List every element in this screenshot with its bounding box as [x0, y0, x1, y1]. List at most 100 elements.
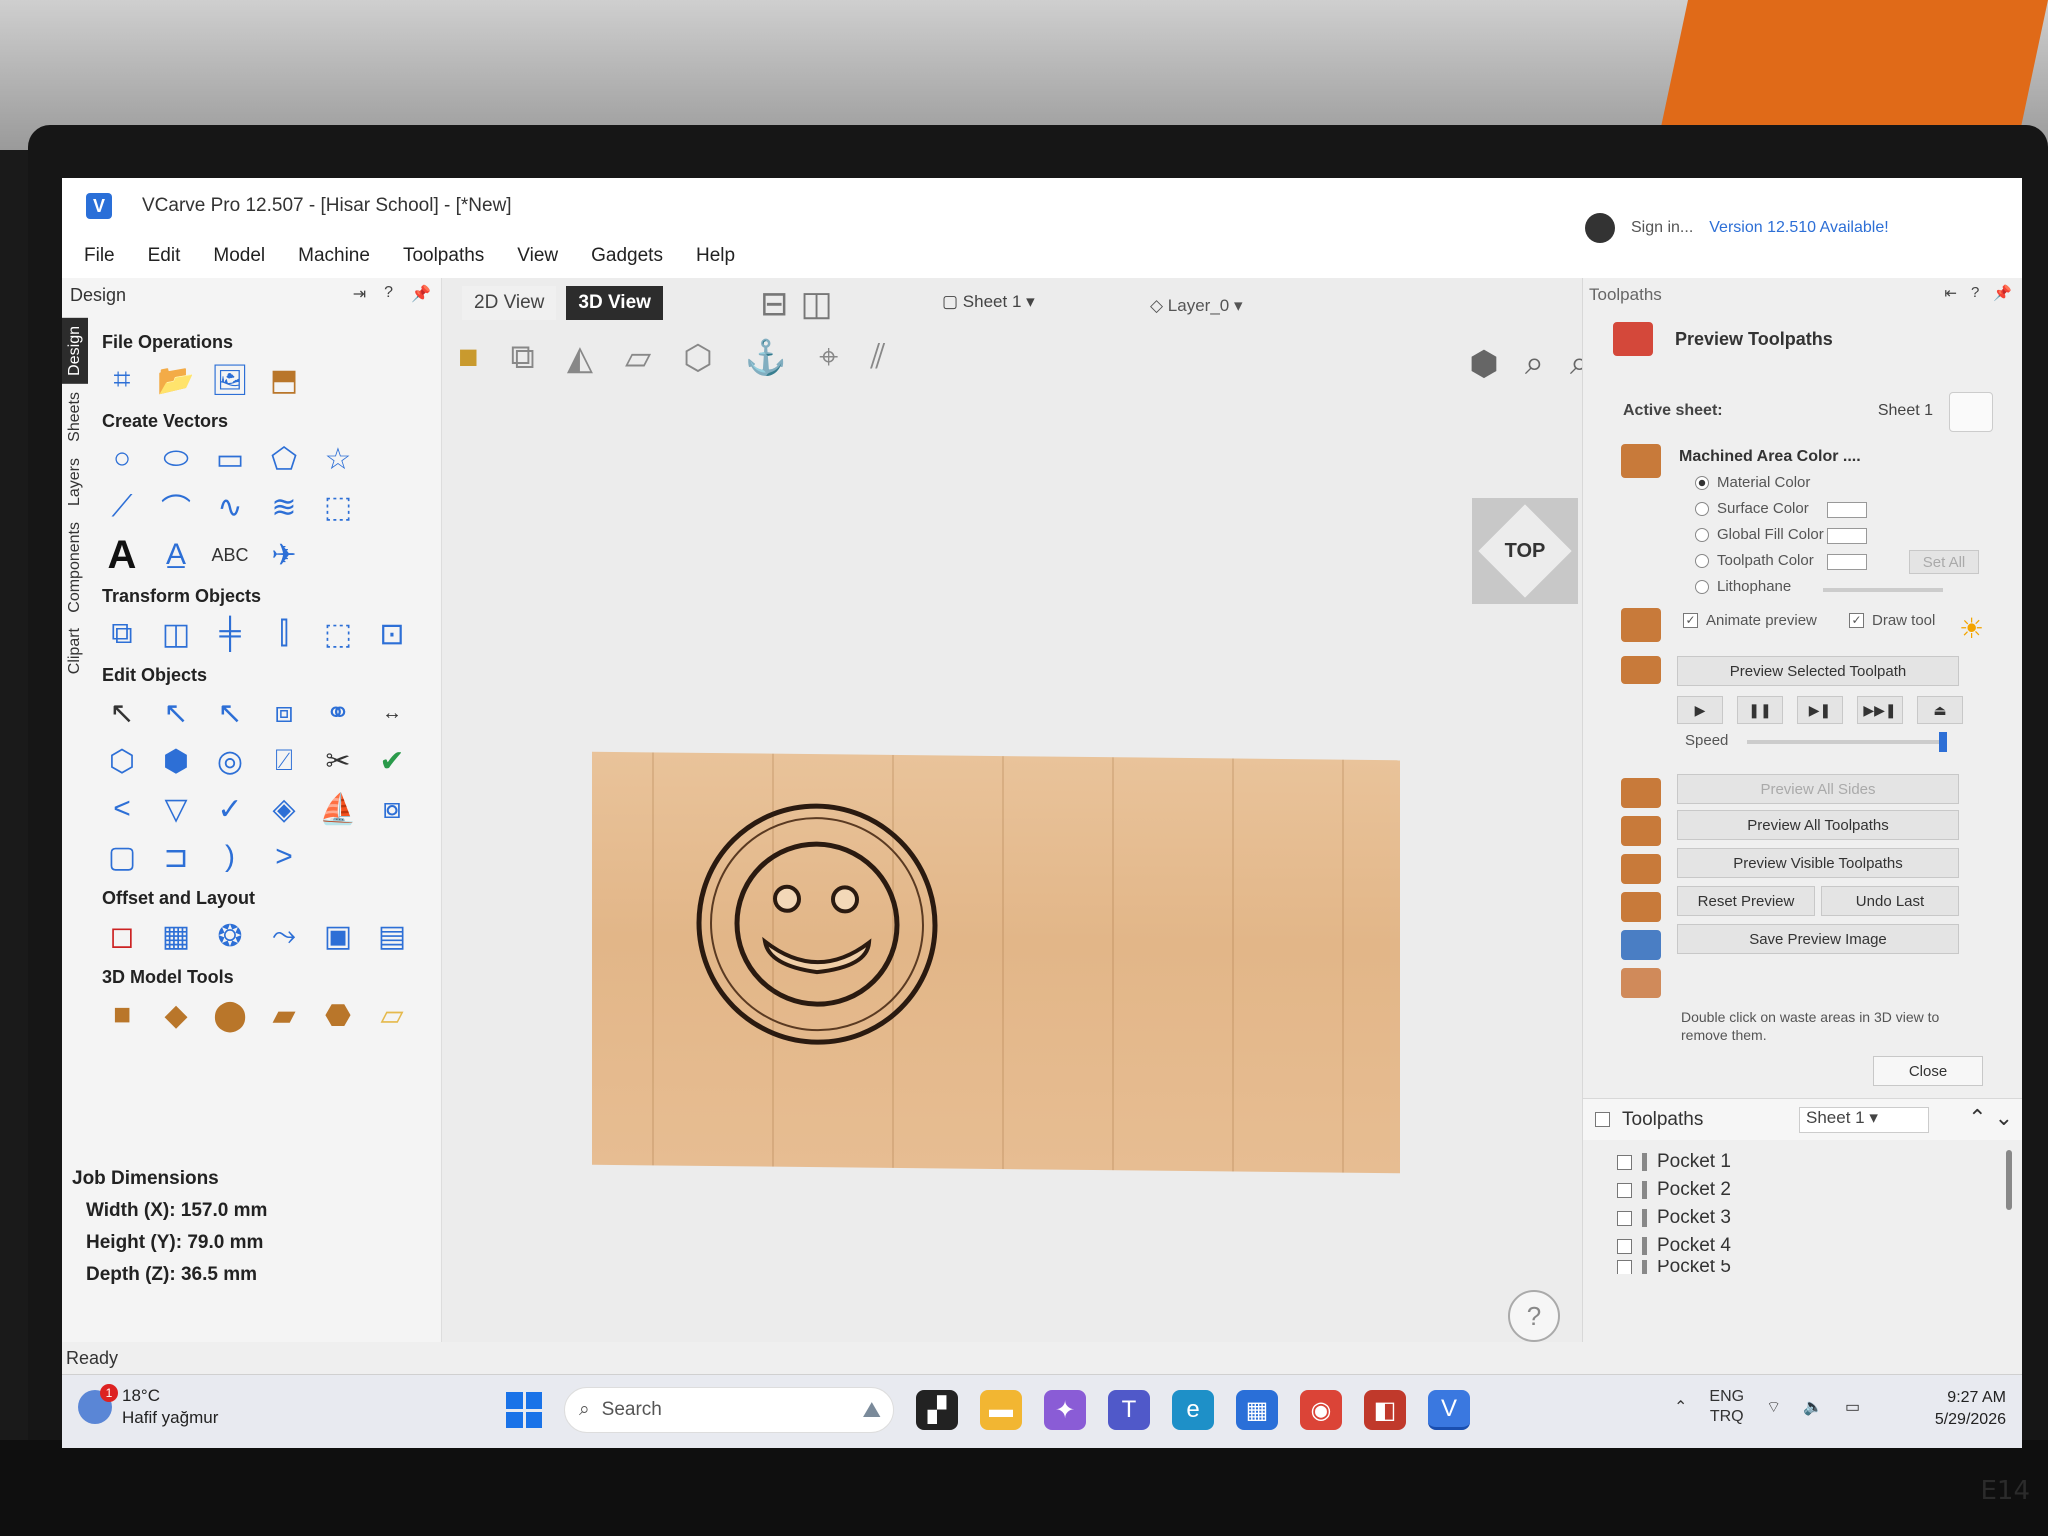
collapse-panel-icon[interactable]: ⇤ — [1944, 284, 1957, 302]
checkbox[interactable] — [1617, 1182, 1632, 1198]
list-item[interactable]: Pocket 1 — [1617, 1148, 1731, 1176]
menu-edit[interactable]: Edit — [148, 245, 181, 267]
move-up-icon[interactable]: ⌃ — [1968, 1105, 1986, 1131]
preview-all-toolpaths-button[interactable]: Preview All Toolpaths — [1677, 810, 1959, 840]
curve-tool-icon[interactable]: ∿ — [210, 488, 250, 526]
help-icon[interactable]: ? — [1971, 284, 1979, 302]
rounded-rect-icon[interactable]: ▢ — [102, 838, 142, 876]
auto-layout-icon[interactable]: ▤ — [372, 917, 412, 955]
model-split-icon[interactable]: ◆ — [156, 996, 196, 1034]
arc-tool-icon[interactable]: ⌒ — [156, 488, 196, 527]
transform-mode-icon[interactable]: ↖ — [210, 694, 250, 732]
teams-icon[interactable]: T — [1108, 1390, 1150, 1430]
stop-icon[interactable]: ⏏ — [1917, 696, 1963, 724]
pause-icon[interactable]: ❚❚ — [1737, 696, 1783, 724]
model-sheet-icon[interactable]: ▱ — [372, 996, 412, 1034]
file-explorer-icon[interactable]: ▬ — [980, 1390, 1022, 1430]
subtract-icon[interactable]: ⬢ — [156, 742, 196, 780]
close-panel-button[interactable]: Close — [1873, 1056, 1983, 1086]
wifi-icon[interactable]: ⌔ — [1766, 1397, 1781, 1417]
trim-icon[interactable]: ) — [210, 838, 250, 876]
fillet-icon[interactable]: ⍁ — [264, 742, 304, 780]
toolpath-sheet-dropdown[interactable]: Sheet 1 ▾ — [1799, 1107, 1929, 1133]
task-view-icon[interactable]: ▞ — [916, 1390, 958, 1430]
radio-material-color[interactable]: Material Color — [1695, 474, 1810, 491]
radio-lithophane[interactable]: Lithophane — [1695, 578, 1791, 595]
chamfer-icon[interactable]: < — [102, 790, 142, 828]
polyline-tool-icon[interactable]: ⟋ — [102, 488, 142, 526]
palette-icon[interactable] — [1949, 392, 1993, 432]
tab-3d-view[interactable]: 3D View — [566, 286, 663, 320]
model-gem-icon[interactable]: ⬣ — [318, 996, 358, 1034]
node-edit-icon[interactable]: ↖ — [156, 694, 196, 732]
list-item[interactable]: Pocket 3 — [1617, 1204, 1731, 1232]
text-tool-icon[interactable]: A — [102, 533, 142, 577]
auto-layout-text-icon[interactable]: ABC — [210, 536, 250, 574]
join-icon[interactable]: ◈ — [264, 790, 304, 828]
show-model-icon[interactable]: ■ — [458, 338, 479, 378]
anchor-icon[interactable]: ⚓ — [745, 338, 787, 378]
volume-icon[interactable]: 🔈 — [1803, 1397, 1823, 1417]
circular-array-icon[interactable]: ❂ — [210, 917, 250, 955]
reset-preview-button[interactable]: Reset Preview — [1677, 886, 1815, 916]
move-icon[interactable]: ⧉ — [102, 615, 142, 653]
radio-button[interactable] — [1695, 579, 1709, 594]
chrome-icon[interactable]: ◉ — [1300, 1390, 1342, 1430]
import-component-icon[interactable]: ⬒ — [264, 361, 304, 399]
split-horizontal-icon[interactable]: ⊟ — [760, 284, 789, 324]
play-icon[interactable]: ▶ — [1677, 696, 1723, 724]
radio-global-fill-color[interactable]: Global Fill Color — [1695, 526, 1824, 543]
radio-button[interactable] — [1695, 527, 1709, 542]
material-preview[interactable] — [592, 751, 1400, 1174]
global-fill-color-swatch[interactable] — [1827, 528, 1867, 544]
menu-toolpaths[interactable]: Toolpaths — [403, 245, 484, 267]
show-fixtures-icon[interactable]: ⫽ — [870, 338, 885, 378]
battery-icon[interactable]: ▭ — [1845, 1397, 1860, 1417]
show-material-icon[interactable]: ▱ — [625, 338, 651, 378]
save-preview-image-button[interactable]: Save Preview Image — [1677, 924, 1959, 954]
checkbox[interactable] — [1617, 1260, 1632, 1274]
open-file-icon[interactable]: 📂 — [156, 361, 196, 399]
checkbox[interactable] — [1617, 1154, 1632, 1170]
draw-tool-checkbox[interactable]: ✓ Draw tool — [1849, 612, 1935, 629]
select-all-checkbox[interactable] — [1595, 1112, 1610, 1127]
speed-slider-thumb[interactable] — [1939, 732, 1947, 752]
model-cube-icon[interactable]: ■ — [102, 996, 142, 1034]
rectangle-tool-icon[interactable]: ▭ — [210, 440, 250, 478]
validate-icon[interactable]: ✔ — [372, 742, 412, 780]
center-icon[interactable]: ⊡ — [372, 615, 412, 653]
sheet-dropdown[interactable]: ▢ Sheet 1 ▾ — [942, 292, 1035, 312]
lithophane-slider[interactable] — [1823, 588, 1943, 592]
model-cylinder-icon[interactable]: ⬤ — [210, 996, 250, 1034]
tab-clipart[interactable]: Clipart — [62, 620, 88, 682]
layer-dropdown[interactable]: ◇ Layer_0 ▾ — [1150, 296, 1243, 316]
undo-last-button[interactable]: Undo Last — [1821, 886, 1959, 916]
extend-icon[interactable]: ⊐ — [156, 838, 196, 876]
trace-bitmap-icon[interactable]: ✈ — [264, 536, 304, 574]
split-vertical-icon[interactable]: ◫ — [801, 284, 833, 324]
list-item[interactable]: Pocket 2 — [1617, 1176, 1731, 1204]
measure-icon[interactable]: ↔ — [372, 694, 412, 732]
wave-tool-icon[interactable]: ≋ — [264, 488, 304, 526]
checkbox[interactable] — [1617, 1238, 1632, 1254]
version-available-link[interactable]: Version 12.510 Available! — [1709, 219, 1888, 237]
model-slice-icon[interactable]: ▰ — [264, 996, 304, 1034]
skip-end-icon[interactable]: ▶▶❚ — [1857, 696, 1903, 724]
step-icon[interactable]: ▶❚ — [1797, 696, 1843, 724]
radio-button[interactable] — [1695, 475, 1709, 490]
tab-2d-view[interactable]: 2D View — [462, 286, 557, 320]
text-on-curve-icon[interactable]: A̲ — [156, 536, 196, 574]
job-setup-icon[interactable]: ⌗ — [102, 361, 142, 399]
start-button[interactable] — [506, 1392, 542, 1428]
zoom-extents-icon[interactable]: ⌕ — [1525, 344, 1544, 384]
tab-layers[interactable]: Layers — [62, 450, 88, 514]
checkbox[interactable]: ✓ — [1849, 613, 1864, 628]
preview-visible-toolpaths-button[interactable]: Preview Visible Toolpaths — [1677, 848, 1959, 878]
array-icon[interactable]: ▦ — [156, 917, 196, 955]
store-icon[interactable]: ▦ — [1236, 1390, 1278, 1430]
list-item[interactable]: Pocket 4 — [1617, 1232, 1731, 1260]
weather-widget[interactable]: 1 18°C Hafif yağmur — [78, 1384, 218, 1429]
scissors-icon[interactable]: ✂ — [318, 742, 358, 780]
clock[interactable]: 9:27 AM 5/29/2026 — [1935, 1387, 2006, 1431]
offset-icon[interactable]: ◻ — [102, 917, 142, 955]
